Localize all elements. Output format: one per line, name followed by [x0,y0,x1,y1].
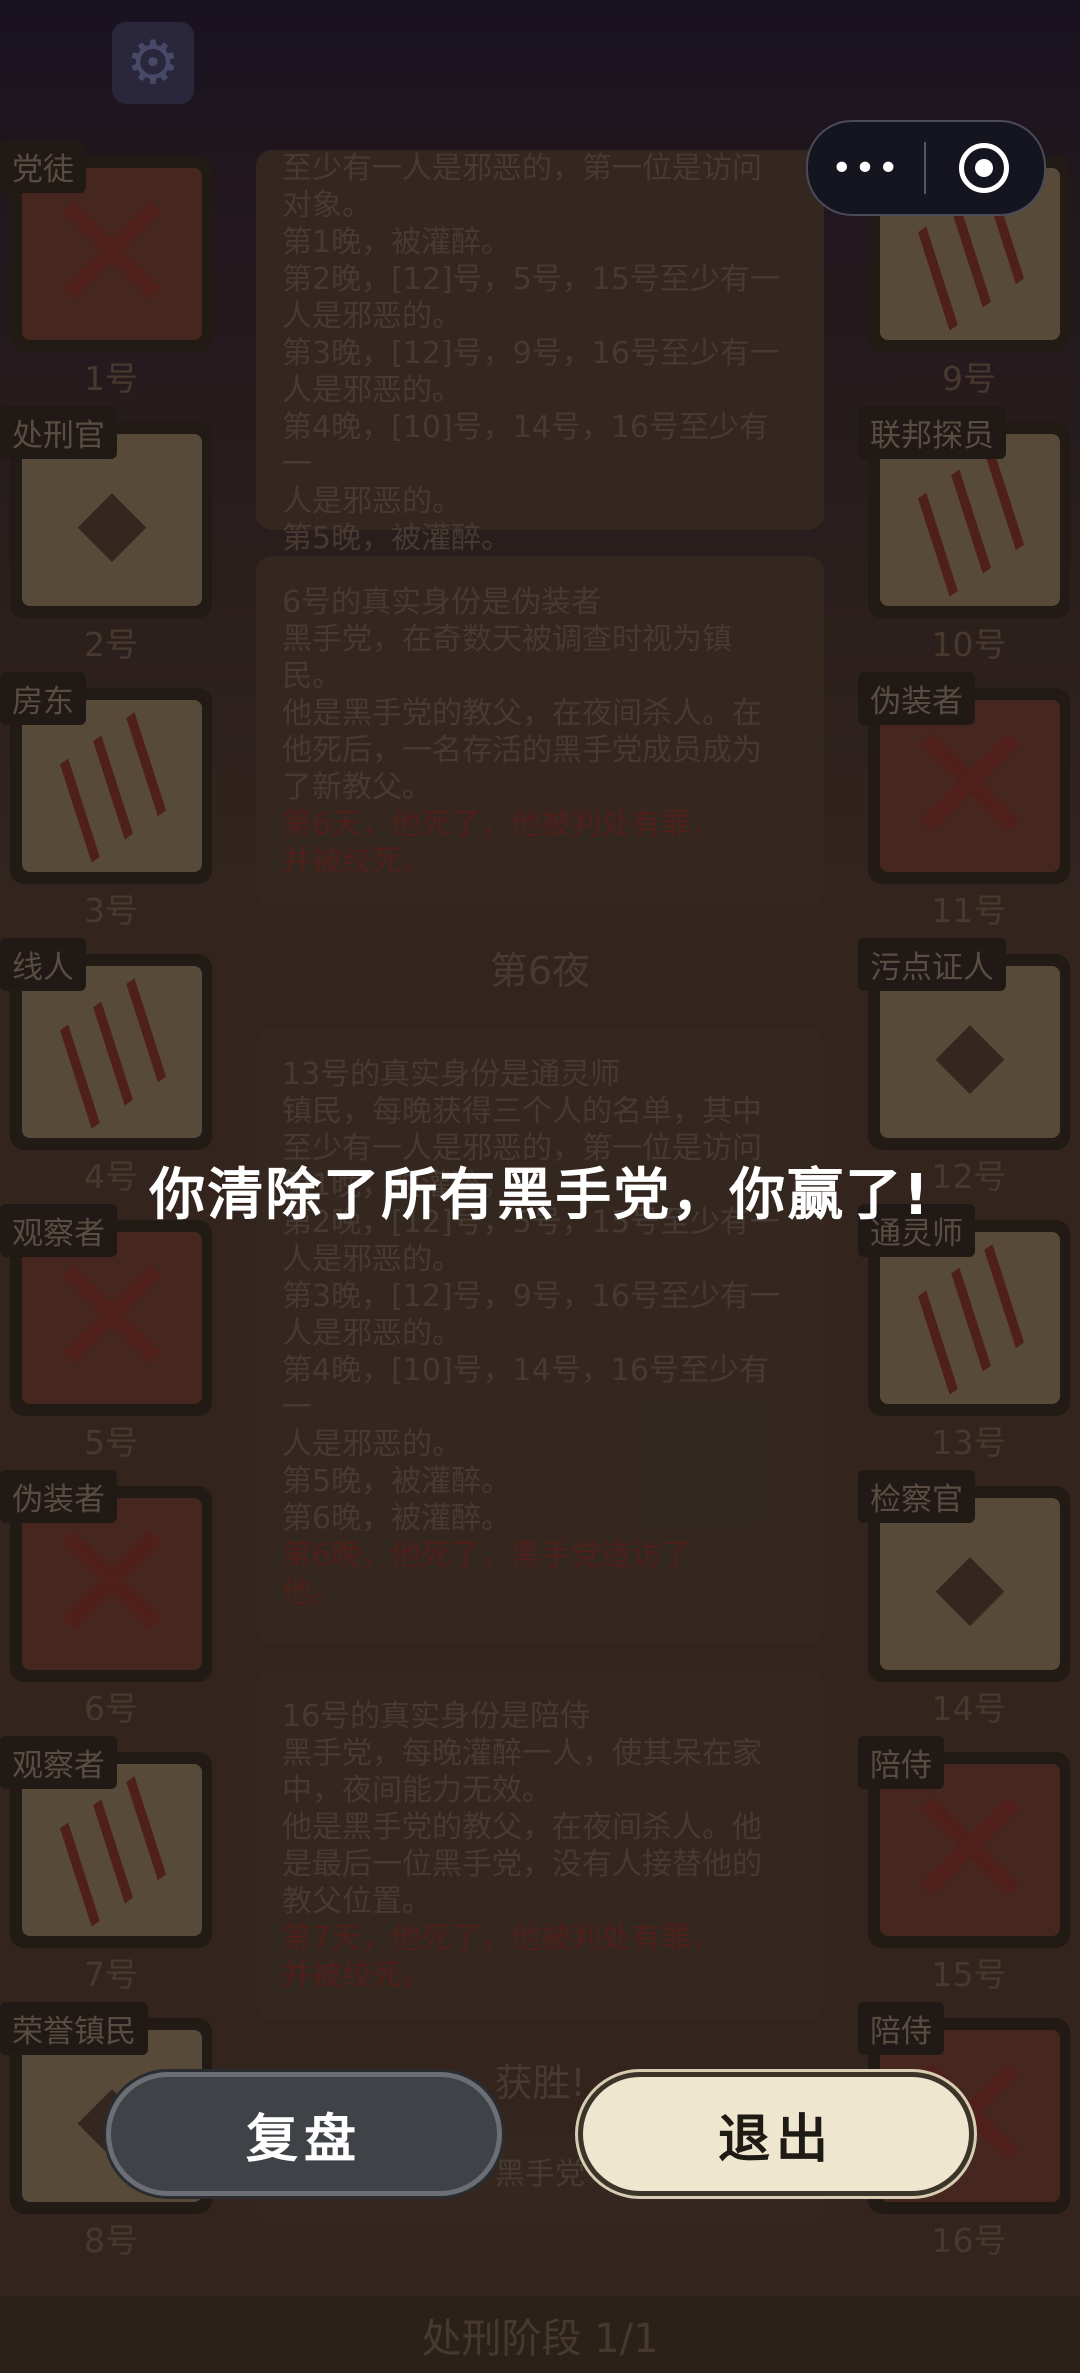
record-circle-icon [959,143,1009,193]
replay-button[interactable]: 复盘 [106,2072,502,2196]
result-message: 你清除了所有黑手党，你赢了! [149,1163,931,1228]
exit-button[interactable]: 退出 [578,2072,974,2196]
more-icon[interactable]: ••• [808,148,924,189]
close-button[interactable] [926,143,1042,193]
mini-program-capsule: ••• [806,120,1046,216]
